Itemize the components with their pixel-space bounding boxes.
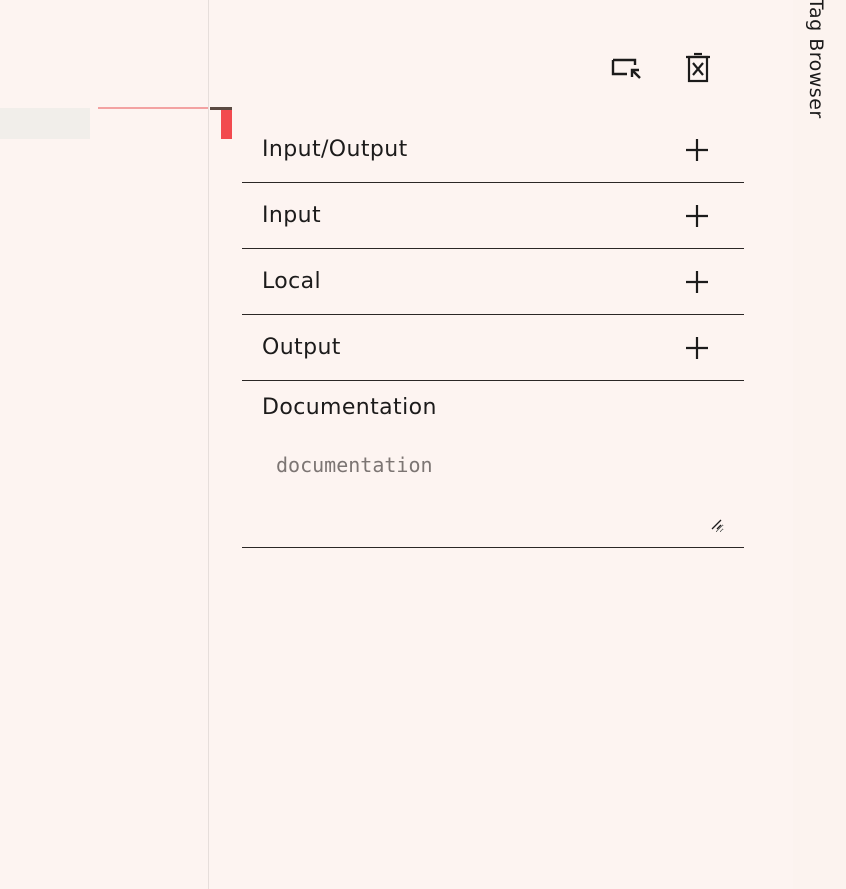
plus-icon: [686, 138, 708, 161]
tab-tag-browser[interactable]: Tag Browser: [805, 0, 827, 119]
plus-icon: [686, 204, 708, 227]
section-label: Local: [262, 269, 322, 294]
app-window: Input/Output Input Local Output Document…: [0, 0, 846, 889]
section-output: Output: [242, 315, 744, 381]
add-output-button[interactable]: [680, 331, 714, 365]
section-input: Input: [242, 183, 744, 249]
section-label: Input/Output: [262, 137, 408, 162]
plus-icon: [686, 336, 708, 359]
move-to-window-icon[interactable]: [609, 51, 643, 85]
section-documentation: Documentation: [242, 381, 744, 548]
plus-icon: [686, 270, 708, 293]
add-local-button[interactable]: [680, 265, 714, 299]
documentation-label: Documentation: [262, 395, 437, 420]
splitter-handle[interactable]: [221, 110, 232, 139]
delete-document-icon[interactable]: [681, 51, 715, 85]
side-tab-bar: [793, 0, 846, 889]
resize-grip-icon[interactable]: [710, 518, 722, 530]
add-input-button[interactable]: [680, 199, 714, 233]
section-label: Input: [262, 203, 321, 228]
editor-accent-line: [98, 107, 208, 109]
editor-line-highlight: [0, 108, 90, 139]
section-local: Local: [242, 249, 744, 315]
add-input-output-button[interactable]: [680, 133, 714, 167]
section-label: Output: [262, 335, 341, 360]
variables-panel: Input/Output Input Local Output Document…: [242, 117, 744, 548]
section-input-output: Input/Output: [242, 117, 744, 183]
documentation-textarea[interactable]: [262, 443, 724, 533]
